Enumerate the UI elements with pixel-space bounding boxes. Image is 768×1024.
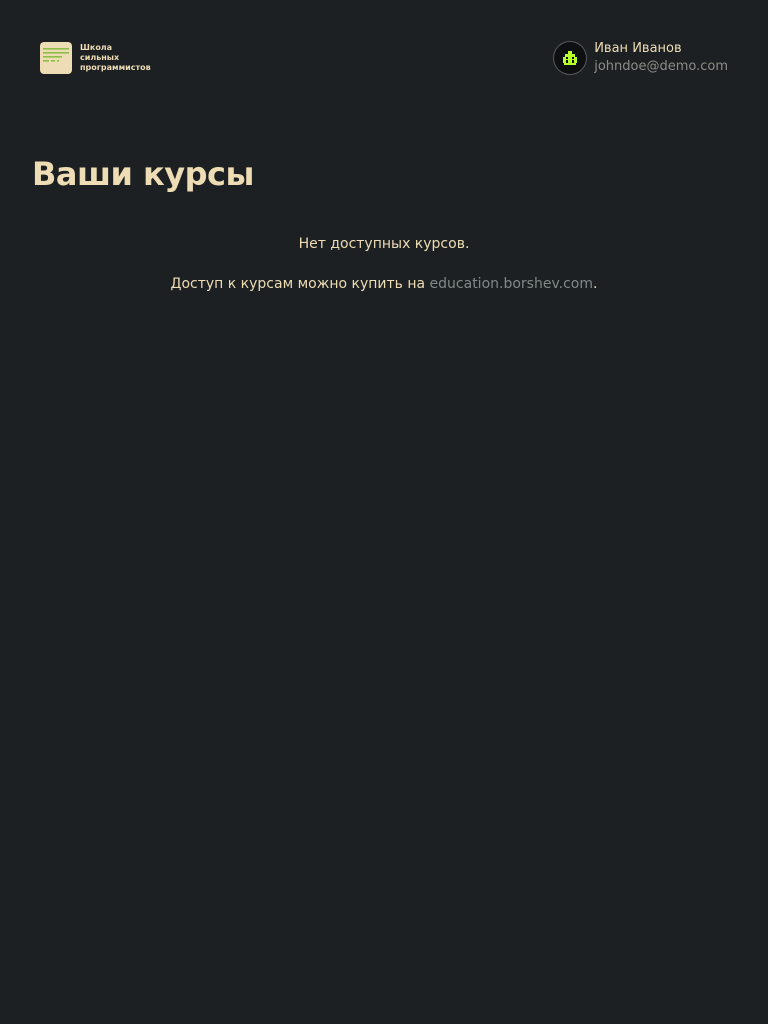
page-title: Ваши курсы: [32, 155, 254, 193]
page: Школа сильных программистов Иван Иванов …: [0, 0, 768, 1024]
purchase-suffix: .: [593, 276, 598, 292]
purchase-prefix: Доступ к курсам можно купить на: [170, 276, 430, 292]
logo-text: Школа сильных программистов: [80, 43, 151, 73]
logo-line: сильных: [80, 53, 120, 62]
user-info: Иван Иванов johndoe@demo.com: [594, 40, 728, 75]
user-menu[interactable]: Иван Иванов johndoe@demo.com: [554, 40, 728, 75]
education-link[interactable]: education.borshev.com: [430, 276, 593, 292]
user-name: Иван Иванов: [594, 41, 682, 56]
pixel-creature-icon: [563, 50, 578, 65]
empty-message: Нет доступных курсов.: [298, 236, 470, 252]
purchase-hint: Доступ к курсам можно купить на educatio…: [0, 274, 768, 294]
logo-line: Школа: [80, 43, 113, 52]
text-lines-icon: [40, 42, 72, 74]
logo-line: программистов: [80, 63, 151, 72]
empty-state: Нет доступных курсов. Доступ к курсам мо…: [0, 234, 768, 294]
logo-link[interactable]: Школа сильных программистов: [40, 42, 151, 74]
header: Школа сильных программистов Иван Иванов …: [0, 0, 768, 116]
avatar[interactable]: [554, 41, 587, 74]
user-email: johndoe@demo.com: [594, 59, 728, 74]
